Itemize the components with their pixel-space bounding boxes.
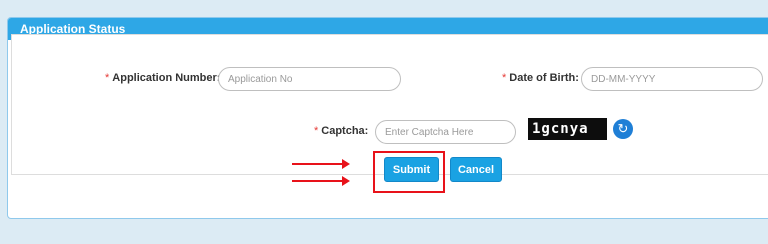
required-mark: * bbox=[314, 125, 319, 137]
captcha-label: * Captcha: bbox=[314, 125, 369, 137]
date-of-birth-label: * Date of Birth: bbox=[502, 72, 579, 84]
captcha-image: 1gcnya bbox=[528, 118, 607, 140]
refresh-icon[interactable]: ↻ bbox=[613, 119, 633, 139]
required-mark: * bbox=[502, 72, 507, 84]
captcha-input[interactable] bbox=[375, 120, 516, 144]
date-of-birth-input[interactable] bbox=[581, 67, 763, 91]
arrow-right-icon bbox=[292, 176, 350, 186]
submit-highlight-box bbox=[373, 151, 445, 193]
application-number-input[interactable] bbox=[218, 67, 401, 91]
required-mark: * bbox=[105, 72, 110, 84]
application-number-label: * Application Number: bbox=[105, 72, 221, 84]
cancel-button[interactable]: Cancel bbox=[450, 157, 502, 182]
arrow-right-icon bbox=[292, 159, 350, 169]
